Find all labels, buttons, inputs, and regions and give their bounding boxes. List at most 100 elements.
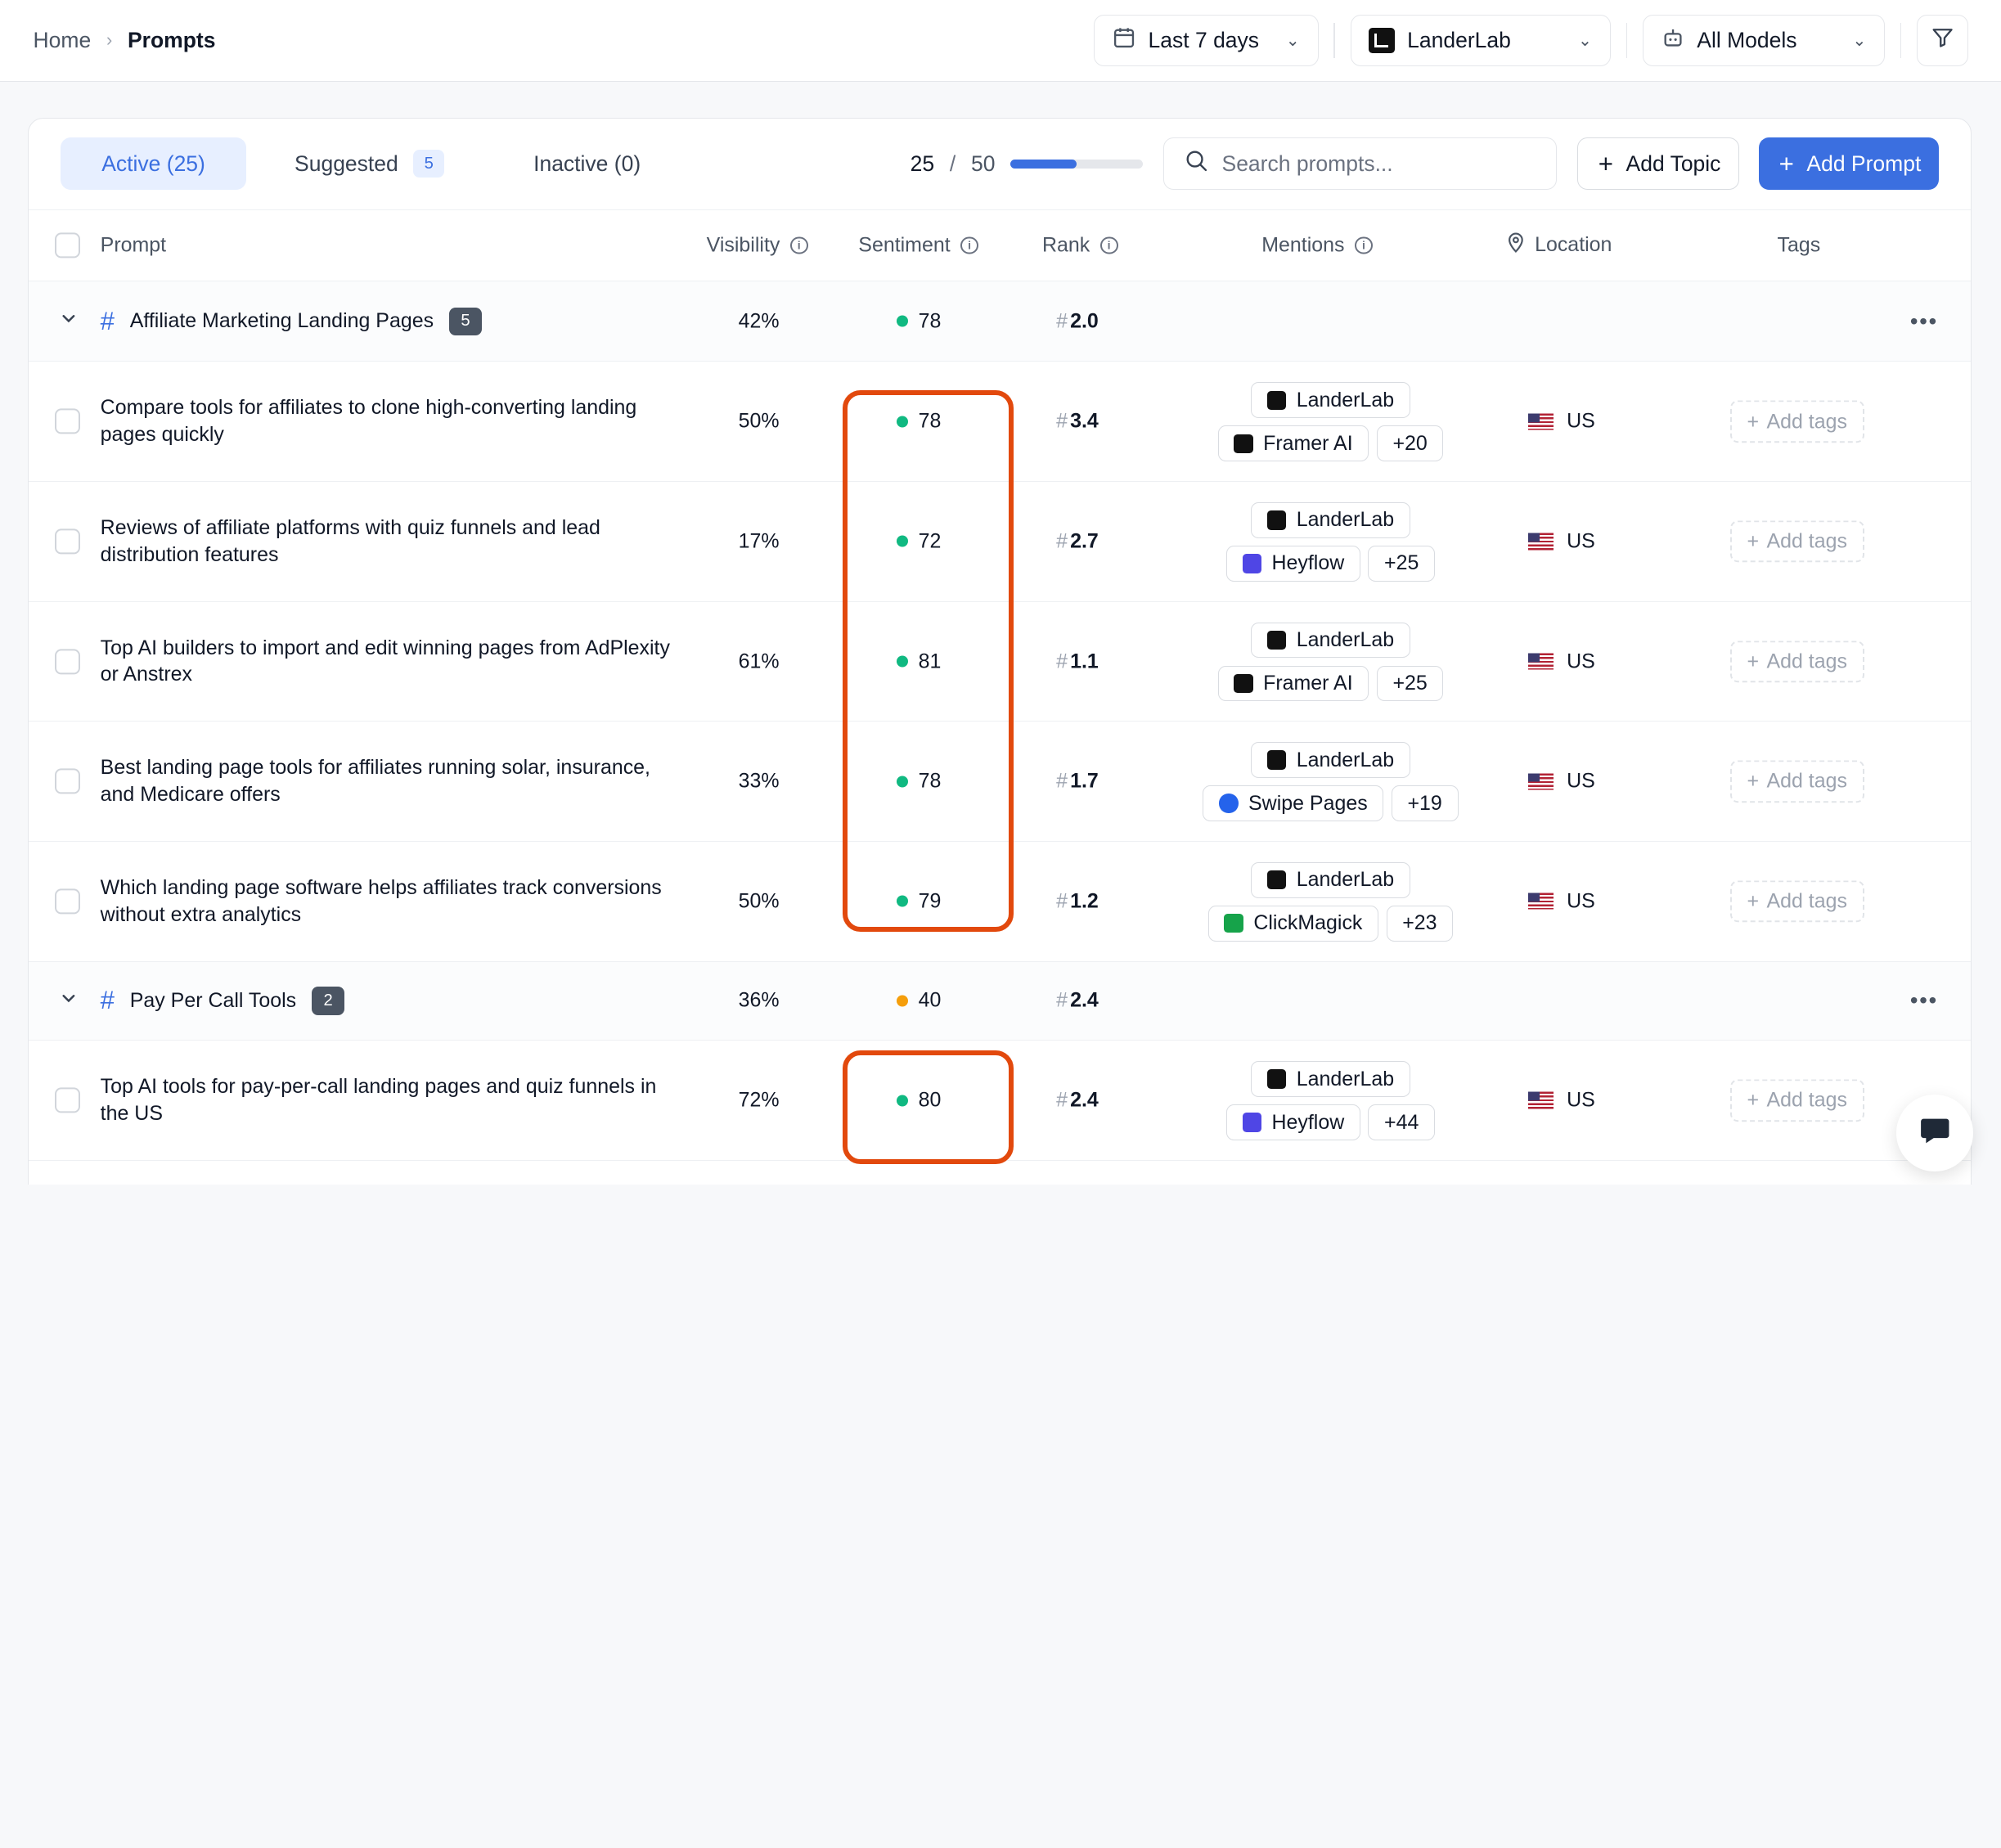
models-select[interactable]: All Models ⌄ xyxy=(1642,15,1886,66)
column-rank[interactable]: Rank i xyxy=(1042,234,1118,258)
mention-line: Heyflow +25 xyxy=(1225,546,1436,582)
mention-chip[interactable]: Heyflow xyxy=(1225,1104,1360,1140)
tab-active[interactable]: Active (25) xyxy=(61,137,246,191)
prompt-text[interactable]: Best landing page tools for affiliates r… xyxy=(101,754,675,808)
prompt-rank-value: 2.4 xyxy=(1070,1088,1099,1112)
info-icon[interactable]: i xyxy=(1355,236,1373,254)
us-flag-icon xyxy=(1528,773,1554,790)
search-box[interactable] xyxy=(1163,137,1557,191)
suggested-count-badge: 5 xyxy=(413,150,444,178)
breadcrumb-current: Prompts xyxy=(127,27,216,52)
breadcrumb-home[interactable]: Home xyxy=(34,28,92,53)
prompt-text[interactable]: Top AI builders to import and edit winni… xyxy=(101,635,675,689)
mention-more-chip[interactable]: +25 xyxy=(1376,665,1444,702)
mention-chip[interactable]: LanderLab xyxy=(1251,742,1410,778)
mention-chip[interactable]: LanderLab xyxy=(1251,622,1410,659)
more-options-icon[interactable]: ••• xyxy=(1910,308,1938,335)
mention-chip[interactable]: ClickMagick xyxy=(1207,905,1379,942)
column-prompt[interactable]: Prompt xyxy=(101,234,166,258)
plus-icon: + xyxy=(1747,409,1760,433)
row-checkbox[interactable] xyxy=(54,408,80,434)
row-checkbox[interactable] xyxy=(54,528,80,555)
prompt-text[interactable]: Which landing page software helps affili… xyxy=(101,875,675,928)
add-tags-button[interactable]: + Add tags xyxy=(1729,1079,1864,1122)
prompt-row[interactable]: Reviews of affiliate platforms with quiz… xyxy=(29,482,1972,602)
prompt-text[interactable]: Reviews of affiliate platforms with quiz… xyxy=(101,515,675,569)
mention-line: ClickMagick +23 xyxy=(1207,905,1454,942)
chevron-down-icon: ⌄ xyxy=(1577,31,1592,50)
brand-select[interactable]: LanderLab ⌄ xyxy=(1350,15,1611,66)
info-icon[interactable]: i xyxy=(960,236,978,254)
date-range-label: Last 7 days xyxy=(1148,27,1260,52)
more-options-icon[interactable]: ••• xyxy=(1910,987,1938,1014)
column-location[interactable]: Location xyxy=(1507,232,1612,259)
mention-chip[interactable]: Swipe Pages xyxy=(1203,785,1384,821)
add-topic-button[interactable]: + Add Topic xyxy=(1576,137,1740,191)
date-range-select[interactable]: Last 7 days ⌄ xyxy=(1094,15,1319,66)
add-tags-button[interactable]: + Add tags xyxy=(1729,640,1864,683)
topic-group-row[interactable]: # Affiliate Marketing Landing Pages 5 42… xyxy=(29,281,1972,362)
info-icon[interactable]: i xyxy=(1099,236,1118,254)
mention-more-chip[interactable]: +23 xyxy=(1386,905,1454,942)
prompt-sentiment-value: 80 xyxy=(918,1088,942,1112)
prompt-row[interactable]: Top AI builders to import and edit winni… xyxy=(29,602,1972,722)
mention-chip[interactable]: LanderLab xyxy=(1251,1061,1410,1097)
mention-more-chip[interactable]: +20 xyxy=(1376,425,1444,462)
prompt-sentiment-value: 72 xyxy=(918,529,942,553)
chevron-down-icon[interactable] xyxy=(60,309,78,333)
prompt-visibility: 50% xyxy=(738,409,780,433)
chat-button[interactable] xyxy=(1896,1095,1973,1172)
row-checkbox-cell xyxy=(54,768,80,794)
add-prompt-button[interactable]: + Add Prompt xyxy=(1758,137,1940,191)
mention-more-chip[interactable]: +25 xyxy=(1368,546,1436,582)
row-checkbox[interactable] xyxy=(54,1087,80,1113)
mention-chip[interactable]: LanderLab xyxy=(1251,382,1410,419)
rank-hash: # xyxy=(1056,409,1068,433)
mention-chip[interactable]: Heyflow xyxy=(1225,546,1360,582)
topic-count-badge: 2 xyxy=(311,987,345,1015)
column-sentiment[interactable]: Sentiment i xyxy=(858,234,978,258)
row-checkbox[interactable] xyxy=(54,648,80,675)
prompt-row[interactable]: Best landing page tools for affiliates r… xyxy=(29,722,1972,842)
prompt-row[interactable]: Compare tools for affiliates to clone hi… xyxy=(29,362,1972,483)
column-visibility[interactable]: Visibility i xyxy=(707,234,808,258)
search-input[interactable] xyxy=(1221,151,1528,177)
mention-more-chip[interactable]: +19 xyxy=(1391,785,1459,821)
brand-logo-icon xyxy=(1224,914,1243,933)
column-mentions[interactable]: Mentions i xyxy=(1261,234,1373,258)
select-all-checkbox[interactable] xyxy=(54,232,80,259)
rank-hash: # xyxy=(1056,1088,1068,1112)
filter-button[interactable] xyxy=(1917,15,1968,66)
prompt-rank-value: 1.2 xyxy=(1070,889,1099,913)
row-checkbox[interactable] xyxy=(54,888,80,915)
info-icon[interactable]: i xyxy=(789,236,808,254)
add-tags-button[interactable]: + Add tags xyxy=(1729,760,1864,803)
mention-chip[interactable]: Framer AI xyxy=(1217,425,1369,462)
add-tags-button[interactable]: + Add tags xyxy=(1729,400,1864,443)
top-filters: Last 7 days ⌄ LanderLab ⌄ All Models ⌄ xyxy=(1094,15,1968,66)
prompt-row[interactable]: Top AI tools for pay-per-call landing pa… xyxy=(29,1041,1972,1161)
chevron-down-icon[interactable] xyxy=(60,989,78,1013)
plus-icon: + xyxy=(1598,149,1613,178)
add-tags-button[interactable]: + Add tags xyxy=(1729,880,1864,923)
prompt-row[interactable]: Which landing page software helps affili… xyxy=(29,842,1972,962)
mention-chip[interactable]: Framer AI xyxy=(1217,665,1369,702)
row-checkbox[interactable] xyxy=(54,768,80,794)
add-tags-button[interactable]: + Add tags xyxy=(1729,520,1864,563)
mention-more-count: +20 xyxy=(1392,431,1428,455)
rank-hash: # xyxy=(1056,650,1068,673)
mention-line: LanderLab xyxy=(1251,622,1410,659)
prompt-text[interactable]: Compare tools for affiliates to clone hi… xyxy=(101,395,675,449)
mention-more-chip[interactable]: +44 xyxy=(1368,1104,1436,1140)
prompt-text[interactable]: Top AI tools for pay-per-call landing pa… xyxy=(101,1073,675,1127)
mention-line: LanderLab xyxy=(1251,502,1410,538)
topic-group-row[interactable]: # Pay Per Call Tools 2 36% 40 #2.4 ••• xyxy=(29,961,1972,1041)
mention-chip[interactable]: LanderLab xyxy=(1251,502,1410,538)
mention-chip[interactable]: LanderLab xyxy=(1251,861,1410,898)
mention-line: Framer AI +20 xyxy=(1217,425,1444,462)
tab-suggested[interactable]: Suggested 5 xyxy=(254,137,485,190)
tab-inactive[interactable]: Inactive (0) xyxy=(492,137,681,190)
calendar-icon xyxy=(1113,26,1135,55)
mention-name: ClickMagick xyxy=(1253,911,1363,935)
prompt-quota: 25 / 50 xyxy=(911,151,1164,177)
